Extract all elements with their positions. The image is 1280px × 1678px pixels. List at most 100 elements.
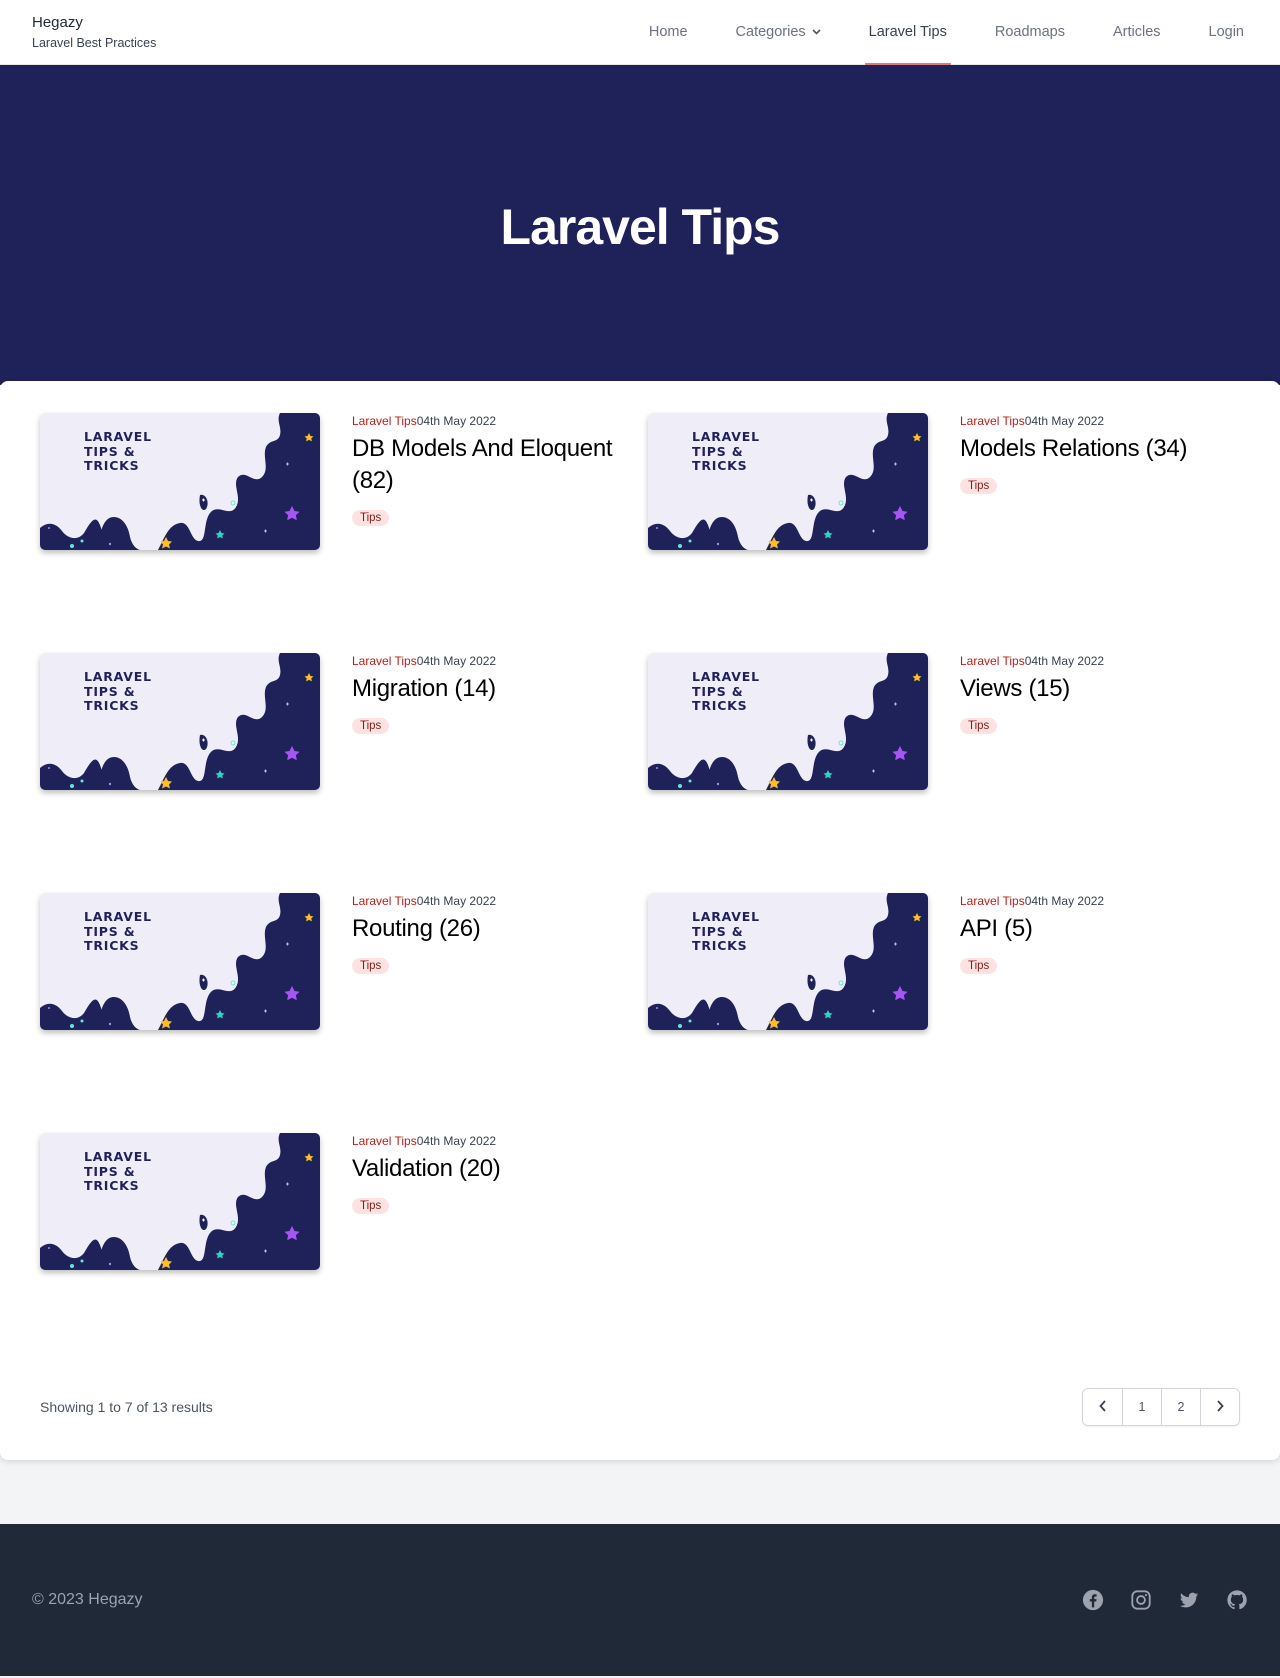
nav-laravel-tips[interactable]: Laravel Tips <box>864 0 952 65</box>
post-meta: Laravel Tips04th May 2022 <box>960 414 1187 428</box>
pagination-page-2[interactable]: 2 <box>1161 1389 1200 1425</box>
post-tag[interactable]: Tips <box>352 958 390 974</box>
post-category[interactable]: Laravel Tips <box>352 1134 417 1148</box>
social-links <box>1082 1589 1248 1611</box>
nav-categories[interactable]: Categories <box>732 0 825 64</box>
post-card: LARAVEL TIPS & TRICKS Laravel Tips04th M… <box>648 653 1256 790</box>
post-thumbnail[interactable]: LARAVEL TIPS & TRICKS <box>40 653 320 790</box>
page-title: Laravel Tips <box>500 199 781 255</box>
footer-copyright: © 2023 Hegazy <box>32 1591 143 1608</box>
thumbnail-text: LARAVEL TIPS & TRICKS <box>84 909 152 953</box>
post-body: Laravel Tips04th May 2022 Migration (14)… <box>320 653 496 734</box>
post-date: 04th May 2022 <box>416 414 497 428</box>
post-card: LARAVEL TIPS & TRICKS Laravel Tips04th M… <box>648 413 1256 550</box>
brand[interactable]: Hegazy Laravel Best Practices <box>32 0 156 64</box>
post-tag[interactable]: Tips <box>960 718 998 734</box>
pagination-next-button[interactable] <box>1200 1389 1239 1425</box>
post-body: Laravel Tips04th May 2022 API (5) Tips <box>928 893 1104 974</box>
post-tag[interactable]: Tips <box>960 478 998 494</box>
thumbnail-art <box>40 893 320 1030</box>
thumbnail-text: LARAVEL TIPS & TRICKS <box>84 669 152 713</box>
pagination-prev-button[interactable] <box>1083 1389 1122 1425</box>
thumbnail-art <box>648 893 928 1030</box>
post-thumbnail[interactable]: LARAVEL TIPS & TRICKS <box>40 1133 320 1270</box>
thumbnail-text: LARAVEL TIPS & TRICKS <box>84 429 152 473</box>
pagination-page-1[interactable]: 1 <box>1122 1389 1161 1425</box>
post-thumbnail[interactable]: LARAVEL TIPS & TRICKS <box>40 413 320 550</box>
main-nav: Home Categories Laravel Tips Roadmaps Ar… <box>605 0 1248 65</box>
post-body: Laravel Tips04th May 2022 Routing (26) T… <box>320 893 496 974</box>
facebook-icon[interactable] <box>1082 1589 1104 1611</box>
post-title[interactable]: API (5) <box>960 913 1104 945</box>
brand-name[interactable]: Hegazy <box>32 14 156 31</box>
post-date: 04th May 2022 <box>416 654 497 668</box>
nav-articles[interactable]: Articles <box>1109 0 1165 64</box>
post-body: Laravel Tips04th May 2022 Views (15) Tip… <box>928 653 1104 734</box>
post-card: LARAVEL TIPS & TRICKS Laravel Tips04th M… <box>40 893 648 1030</box>
post-body: Laravel Tips04th May 2022 Models Relatio… <box>928 413 1187 494</box>
github-icon[interactable] <box>1226 1589 1248 1611</box>
post-thumbnail[interactable]: LARAVEL TIPS & TRICKS <box>648 893 928 1030</box>
thumbnail-art <box>40 1133 320 1270</box>
chevron-right-icon <box>1216 1399 1224 1415</box>
post-date: 04th May 2022 <box>1024 894 1105 908</box>
post-title[interactable]: Migration (14) <box>352 673 496 705</box>
post-title[interactable]: Models Relations (34) <box>960 433 1187 465</box>
nav-roadmaps[interactable]: Roadmaps <box>991 0 1069 64</box>
twitter-icon[interactable] <box>1178 1589 1200 1611</box>
post-tag[interactable]: Tips <box>352 718 390 734</box>
post-title[interactable]: Views (15) <box>960 673 1104 705</box>
post-tag[interactable]: Tips <box>960 958 998 974</box>
post-thumbnail[interactable]: LARAVEL TIPS & TRICKS <box>648 413 928 550</box>
chevron-left-icon <box>1098 1399 1107 1415</box>
thumbnail-text: LARAVEL TIPS & TRICKS <box>84 1149 152 1193</box>
chevron-down-icon <box>812 27 821 38</box>
thumbnail-art <box>648 413 928 550</box>
page-spacer <box>0 1460 1280 1524</box>
thumbnail-art <box>648 653 928 790</box>
post-title[interactable]: Routing (26) <box>352 913 496 945</box>
hero-banner: Laravel Tips <box>0 65 1280 385</box>
post-category[interactable]: Laravel Tips <box>352 894 417 908</box>
post-date: 04th May 2022 <box>1024 414 1105 428</box>
post-meta: Laravel Tips04th May 2022 <box>960 894 1104 908</box>
post-card: LARAVEL TIPS & TRICKS Laravel Tips04th M… <box>40 413 648 550</box>
post-thumbnail[interactable]: LARAVEL TIPS & TRICKS <box>40 893 320 1030</box>
post-tag[interactable]: Tips <box>352 1198 390 1214</box>
results-summary: Showing 1 to 7 of 13 results <box>40 1399 213 1415</box>
post-thumbnail[interactable]: LARAVEL TIPS & TRICKS <box>648 653 928 790</box>
post-date: 04th May 2022 <box>416 1134 497 1148</box>
posts-grid: LARAVEL TIPS & TRICKS Laravel Tips04th M… <box>40 413 1240 1270</box>
post-category[interactable]: Laravel Tips <box>352 654 417 668</box>
post-date: 04th May 2022 <box>416 894 497 908</box>
post-meta: Laravel Tips04th May 2022 <box>352 1134 500 1148</box>
post-meta: Laravel Tips04th May 2022 <box>960 654 1104 668</box>
nav-login[interactable]: Login <box>1205 0 1248 64</box>
post-title[interactable]: DB Models And Eloquent (82) <box>352 433 648 497</box>
post-category[interactable]: Laravel Tips <box>352 414 417 428</box>
post-card: LARAVEL TIPS & TRICKS Laravel Tips04th M… <box>648 893 1256 1030</box>
posts-container: LARAVEL TIPS & TRICKS Laravel Tips04th M… <box>0 381 1280 1460</box>
post-body: Laravel Tips04th May 2022 Validation (20… <box>320 1133 501 1214</box>
nav-home[interactable]: Home <box>645 0 692 64</box>
top-navbar: Hegazy Laravel Best Practices Home Categ… <box>0 0 1280 65</box>
nav-categories-label: Categories <box>735 24 806 40</box>
pagination-row: Showing 1 to 7 of 13 results 1 2 <box>40 1388 1240 1426</box>
post-card: LARAVEL TIPS & TRICKS Laravel Tips04th M… <box>40 653 648 790</box>
pagination: 1 2 <box>1082 1388 1240 1426</box>
post-tag[interactable]: Tips <box>352 510 390 526</box>
post-date: 04th May 2022 <box>1024 654 1105 668</box>
thumbnail-art <box>40 653 320 790</box>
thumbnail-art <box>40 413 320 550</box>
post-meta: Laravel Tips04th May 2022 <box>352 654 496 668</box>
post-meta: Laravel Tips04th May 2022 <box>352 414 648 428</box>
post-category[interactable]: Laravel Tips <box>960 894 1025 908</box>
thumbnail-text: LARAVEL TIPS & TRICKS <box>692 669 760 713</box>
instagram-icon[interactable] <box>1130 1589 1152 1611</box>
post-category[interactable]: Laravel Tips <box>960 414 1025 428</box>
post-card: LARAVEL TIPS & TRICKS Laravel Tips04th M… <box>40 1133 648 1270</box>
post-title[interactable]: Validation (20) <box>352 1153 501 1185</box>
thumbnail-text: LARAVEL TIPS & TRICKS <box>692 909 760 953</box>
post-category[interactable]: Laravel Tips <box>960 654 1025 668</box>
thumbnail-text: LARAVEL TIPS & TRICKS <box>692 429 760 473</box>
